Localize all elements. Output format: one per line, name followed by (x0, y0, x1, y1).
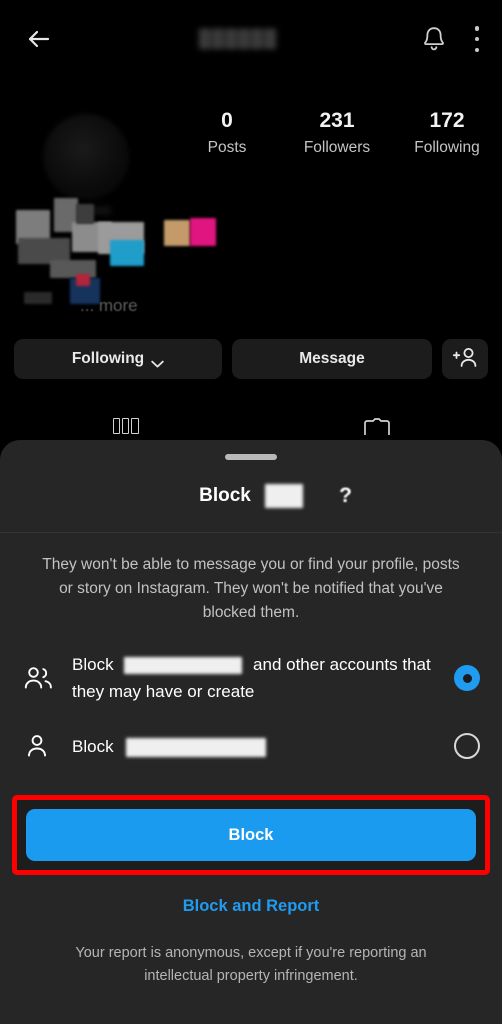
following-button[interactable]: Following (14, 339, 222, 379)
single-person-icon (22, 733, 54, 759)
option-1-username-redacted (124, 657, 243, 675)
grid-tab-icon (112, 418, 139, 434)
block-button-highlight: Block (12, 795, 490, 875)
option-block-single-account[interactable]: Block (0, 715, 502, 777)
avatar[interactable] (43, 114, 129, 200)
stat-posts-value: 0 (221, 109, 233, 132)
profile-username-title: ██████ (198, 29, 278, 48)
stat-following-label: Following (414, 139, 480, 156)
top-bar-actions (420, 24, 480, 54)
report-anonymity-note: Your report is anonymous, except if you'… (75, 945, 427, 984)
profile-action-row: Following Message (14, 339, 488, 379)
chevron-down-icon (151, 355, 164, 368)
profile-bio: ... more (14, 196, 314, 316)
sheet-title-label: Block (199, 485, 251, 506)
add-person-button[interactable] (442, 339, 488, 379)
option-block-all-accounts[interactable]: Block and other accounts that they may h… (0, 647, 502, 709)
top-app-bar: ██████ (0, 0, 502, 78)
sheet-title: Block (199, 484, 303, 508)
two-people-icon (22, 665, 54, 691)
following-button-label: Following (71, 350, 145, 367)
radio-block-single-account[interactable] (454, 733, 480, 759)
bell-icon[interactable] (420, 24, 448, 54)
tagged-tab-icon (362, 418, 392, 436)
stat-followers[interactable]: 231 Followers (282, 108, 392, 160)
message-button-label: Message (299, 350, 365, 367)
option-1-text-before: Block (72, 655, 114, 674)
block-button[interactable]: Block (26, 809, 476, 861)
message-button[interactable]: Message (232, 339, 432, 379)
add-person-icon (452, 345, 478, 374)
option-2-username-redacted (126, 737, 267, 757)
sheet-description: They won't be able to message you or fin… (42, 556, 460, 621)
option-block-single-account-label: Block (72, 733, 436, 760)
stat-posts-label: Posts (207, 139, 247, 156)
question-mark-icon[interactable]: ? (339, 484, 352, 508)
stat-followers-label: Followers (303, 139, 371, 156)
stat-posts[interactable]: 0 Posts (172, 108, 282, 160)
instagram-profile-block-screen: ██████ 0 Posts 231 Followers 172 Followi… (0, 0, 502, 1024)
profile-stats-row: 0 Posts 231 Followers 172 Following (0, 108, 502, 200)
block-and-report-link[interactable]: Block and Report (0, 897, 502, 916)
radio-block-all-accounts[interactable] (454, 665, 480, 691)
back-arrow-icon[interactable] (22, 22, 56, 56)
stat-following[interactable]: 172 Following (392, 108, 502, 160)
stat-following-value: 172 (429, 109, 465, 132)
option-2-text-before: Block (72, 736, 114, 756)
avatar-column (0, 108, 172, 200)
overflow-menu-icon[interactable] (474, 26, 480, 52)
block-bottom-sheet: Block ? They won't be able to message yo… (0, 440, 502, 1024)
stat-followers-value: 231 (319, 109, 355, 132)
sheet-header: Block ? (0, 460, 502, 532)
sheet-title-username-redacted (264, 484, 303, 508)
bio-more-link[interactable]: ... more (80, 296, 138, 316)
option-block-all-accounts-label: Block and other accounts that they may h… (72, 651, 436, 705)
